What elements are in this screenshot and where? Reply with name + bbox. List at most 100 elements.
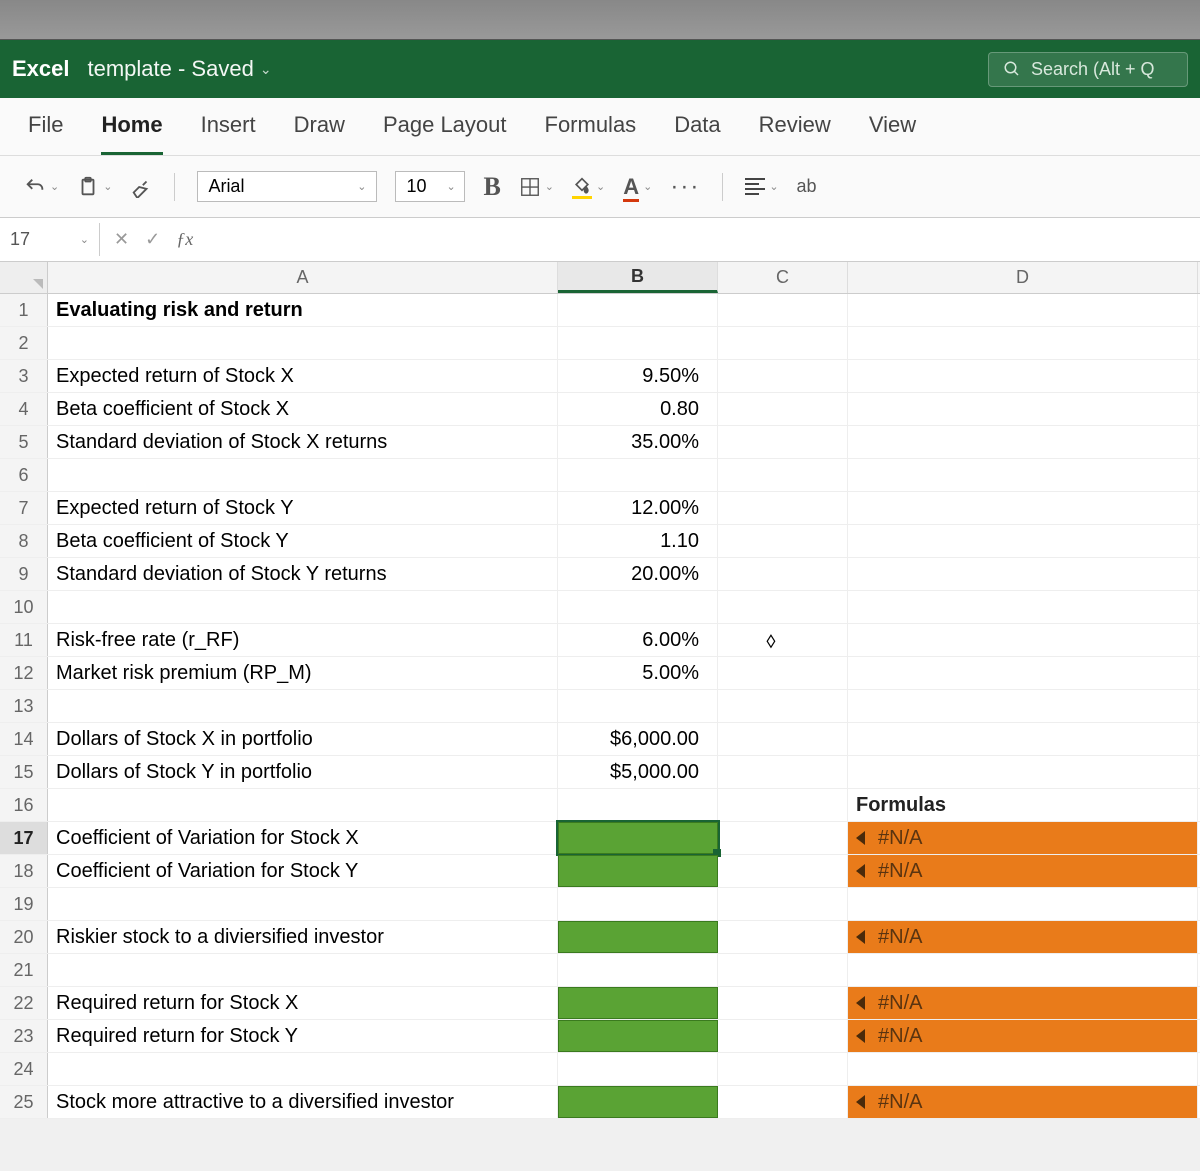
cell[interactable]: 9.50% — [558, 360, 718, 392]
cell[interactable] — [848, 888, 1198, 920]
cell[interactable] — [848, 591, 1198, 623]
cell[interactable]: Risk-free rate (r_RF) — [48, 624, 558, 656]
cell[interactable]: 1.10 — [558, 525, 718, 557]
cell[interactable] — [48, 459, 558, 491]
cell[interactable]: #N/A — [848, 822, 1198, 854]
document-title[interactable]: template - Saved ⌄ — [88, 56, 272, 82]
cell[interactable]: Coefficient of Variation for Stock Y — [48, 855, 558, 887]
tab-insert[interactable]: Insert — [201, 112, 256, 155]
cell[interactable] — [718, 954, 848, 986]
tab-file[interactable]: File — [28, 112, 63, 155]
cell[interactable] — [848, 525, 1198, 557]
cell[interactable] — [848, 360, 1198, 392]
cell[interactable] — [848, 393, 1198, 425]
row-header[interactable]: 24 — [0, 1053, 48, 1085]
cell[interactable] — [48, 591, 558, 623]
cell[interactable] — [718, 492, 848, 524]
cell[interactable] — [558, 789, 718, 821]
cell[interactable]: Market risk premium (RP_M) — [48, 657, 558, 689]
cell[interactable] — [558, 987, 718, 1019]
cell[interactable] — [558, 294, 718, 326]
cell[interactable] — [718, 1053, 848, 1085]
alignment-button[interactable]: ⌄ — [745, 175, 778, 198]
cell[interactable] — [718, 1020, 848, 1052]
cell[interactable] — [48, 789, 558, 821]
cell[interactable] — [718, 723, 848, 755]
row-header[interactable]: 1 — [0, 294, 48, 326]
cell[interactable] — [718, 558, 848, 590]
more-formatting-button[interactable]: ··· — [670, 173, 700, 201]
bold-button[interactable]: B — [483, 172, 500, 202]
cell[interactable] — [848, 327, 1198, 359]
cell[interactable] — [848, 1053, 1198, 1085]
cell[interactable] — [48, 1053, 558, 1085]
tab-view[interactable]: View — [869, 112, 916, 155]
cell[interactable] — [718, 789, 848, 821]
row-header[interactable]: 25 — [0, 1086, 48, 1118]
cell[interactable] — [718, 393, 848, 425]
cell[interactable] — [848, 492, 1198, 524]
cell[interactable]: Required return for Stock X — [48, 987, 558, 1019]
clipboard-button[interactable]: ⌄ — [77, 175, 112, 199]
row-header[interactable]: 15 — [0, 756, 48, 788]
row-header[interactable]: 4 — [0, 393, 48, 425]
cell[interactable]: #N/A — [848, 1020, 1198, 1052]
row-header[interactable]: 16 — [0, 789, 48, 821]
cell[interactable] — [558, 591, 718, 623]
cell[interactable] — [848, 624, 1198, 656]
cell[interactable] — [718, 987, 848, 1019]
row-header[interactable]: 20 — [0, 921, 48, 953]
cell[interactable] — [848, 723, 1198, 755]
cell[interactable]: 35.00% — [558, 426, 718, 458]
font-size-select[interactable]: 10 ⌄ — [395, 171, 465, 202]
accept-formula-icon[interactable]: ✓ — [145, 229, 160, 250]
cell[interactable] — [48, 888, 558, 920]
row-header[interactable]: 9 — [0, 558, 48, 590]
cell[interactable]: 20.00% — [558, 558, 718, 590]
name-box[interactable]: 17 ⌄ — [0, 223, 100, 256]
cell[interactable] — [718, 327, 848, 359]
row-header[interactable]: 17 — [0, 822, 48, 854]
cell[interactable] — [718, 888, 848, 920]
cell[interactable] — [558, 954, 718, 986]
cell[interactable] — [718, 756, 848, 788]
cell[interactable] — [558, 459, 718, 491]
cell[interactable] — [718, 855, 848, 887]
row-header[interactable]: 10 — [0, 591, 48, 623]
cell[interactable]: #N/A — [848, 1086, 1198, 1118]
cell[interactable] — [558, 855, 718, 887]
cell[interactable] — [848, 657, 1198, 689]
row-header[interactable]: 21 — [0, 954, 48, 986]
cell[interactable] — [848, 459, 1198, 491]
cell[interactable] — [718, 591, 848, 623]
cell[interactable]: Beta coefficient of Stock X — [48, 393, 558, 425]
row-header[interactable]: 19 — [0, 888, 48, 920]
cell[interactable]: Dollars of Stock X in portfolio — [48, 723, 558, 755]
cell[interactable] — [718, 657, 848, 689]
column-header-b[interactable]: B — [558, 262, 718, 293]
cell[interactable]: 5.00% — [558, 657, 718, 689]
cell[interactable]: #N/A — [848, 987, 1198, 1019]
cell[interactable] — [558, 690, 718, 722]
cell[interactable] — [848, 426, 1198, 458]
cell[interactable] — [558, 822, 718, 854]
cell[interactable] — [718, 426, 848, 458]
cell[interactable]: Dollars of Stock Y in portfolio — [48, 756, 558, 788]
cell[interactable]: ⬨ — [718, 624, 848, 656]
row-header[interactable]: 7 — [0, 492, 48, 524]
cell[interactable] — [48, 327, 558, 359]
cell[interactable] — [718, 921, 848, 953]
tab-data[interactable]: Data — [674, 112, 720, 155]
cell[interactable] — [848, 294, 1198, 326]
cell[interactable]: 12.00% — [558, 492, 718, 524]
tab-review[interactable]: Review — [759, 112, 831, 155]
row-header[interactable]: 6 — [0, 459, 48, 491]
cell[interactable] — [558, 1020, 718, 1052]
fx-icon[interactable]: ƒx — [176, 229, 193, 250]
cell[interactable]: Evaluating risk and return — [48, 294, 558, 326]
cell[interactable]: Stock more attractive to a diversified i… — [48, 1086, 558, 1118]
column-header-d[interactable]: D — [848, 262, 1198, 293]
cell[interactable]: 0.80 — [558, 393, 718, 425]
cell[interactable]: Standard deviation of Stock Y returns — [48, 558, 558, 590]
cell[interactable] — [848, 690, 1198, 722]
